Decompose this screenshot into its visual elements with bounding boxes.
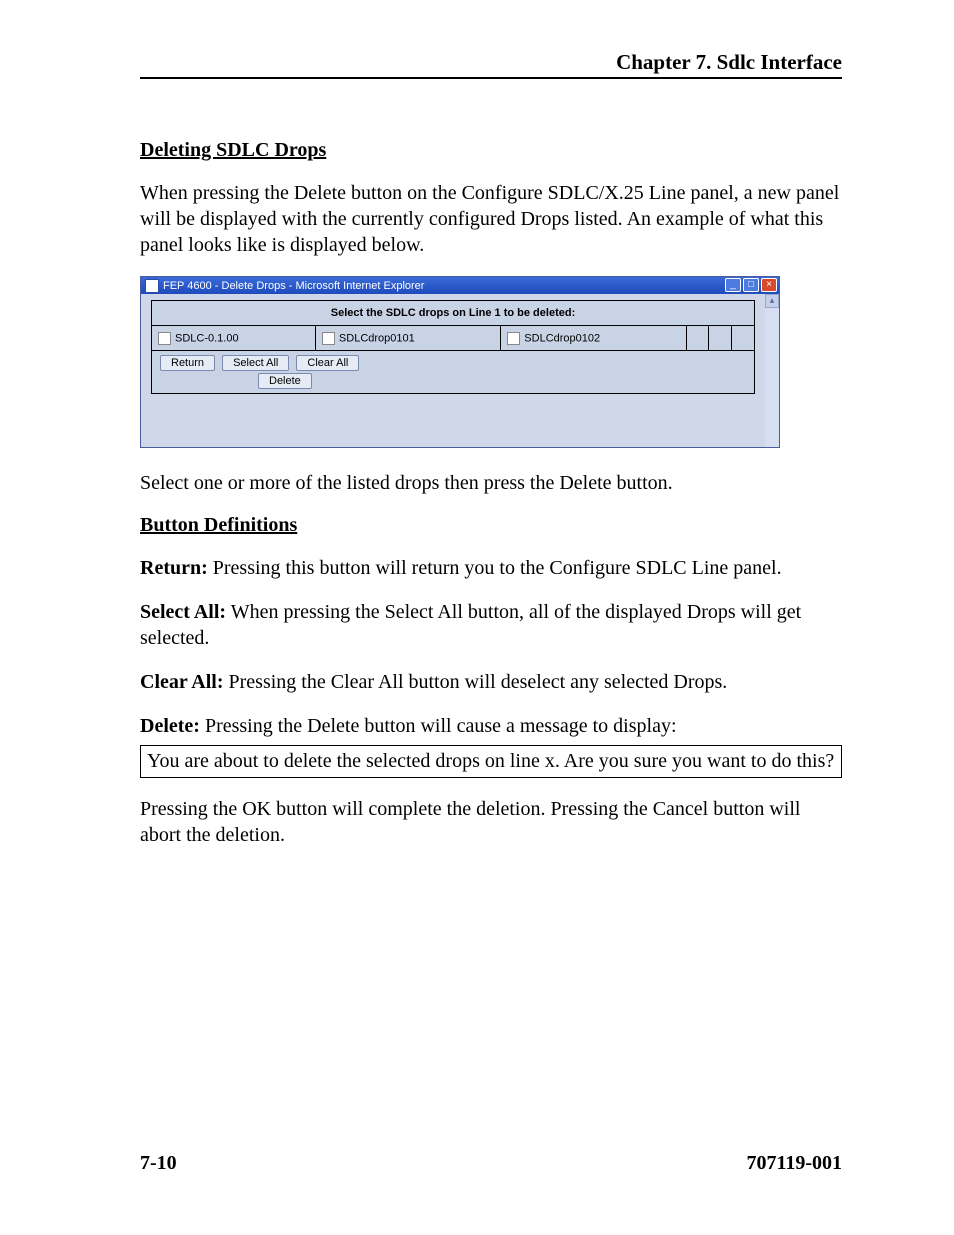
drop-cell[interactable]: SDLCdrop0102 [501,326,686,351]
def-clearall-label: Clear All: [140,671,224,693]
drop-label: SDLCdrop0101 [339,332,415,344]
window-title: FEP 4600 - Delete Drops - Microsoft Inte… [163,280,424,292]
checkbox-icon[interactable] [322,332,335,345]
def-selectall-text: When pressing the Select All button, all… [140,601,801,649]
drop-label: SDLCdrop0102 [524,332,600,344]
section-button-defs-title: Button Definitions [140,514,842,537]
ie-body: ▴ Select the SDLC drops on Line 1 to be … [141,294,779,447]
ie-window: FEP 4600 - Delete Drops - Microsoft Inte… [140,276,780,448]
def-return: Return: Pressing this button will return… [140,555,842,581]
drop-cell[interactable]: SDLCdrop0101 [315,326,500,351]
checkbox-icon[interactable] [507,332,520,345]
empty-cell [732,326,755,351]
chapter-header: Chapter 7. Sdlc Interface [140,50,842,79]
drop-label: SDLC-0.1.00 [175,332,239,344]
def-select-all: Select All: When pressing the Select All… [140,599,842,651]
minimize-icon: _ [730,280,736,290]
page-icon [145,279,159,293]
def-delete: Delete: Pressing the Delete button will … [140,713,842,739]
return-button[interactable]: Return [160,355,215,371]
def-return-text: Pressing this button will return you to … [208,557,782,579]
scroll-up-icon[interactable]: ▴ [765,294,779,308]
window-titlebar[interactable]: FEP 4600 - Delete Drops - Microsoft Inte… [141,277,779,294]
page-number: 7-10 [140,1152,177,1175]
chapter-title: Chapter 7. Sdlc Interface [616,50,842,74]
def-clear-all: Clear All: Pressing the Clear All button… [140,669,842,695]
drop-selection-table: Select the SDLC drops on Line 1 to be de… [151,300,755,394]
intro-paragraph: When pressing the Delete button on the C… [140,180,842,258]
after-screenshot-paragraph: Select one or more of the listed drops t… [140,470,842,496]
select-all-button[interactable]: Select All [222,355,289,371]
close-button[interactable]: × [761,278,777,292]
document-number: 707119-001 [746,1152,842,1175]
page-footer: 7-10 707119-001 [140,1152,842,1175]
buttons-row: Return Select All Clear All Delete [152,351,755,394]
window-controls: _ □ × [725,278,777,292]
document-page: Chapter 7. Sdlc Interface Deleting SDLC … [0,0,954,1235]
section-deleting-title: Deleting SDLC Drops [140,139,842,162]
def-clearall-text: Pressing the Clear All button will desel… [224,671,728,693]
empty-cell [709,326,732,351]
clear-all-button[interactable]: Clear All [296,355,359,371]
delete-button[interactable]: Delete [258,373,312,389]
empty-cell [686,326,709,351]
drop-cell[interactable]: SDLC-0.1.00 [152,326,316,351]
maximize-icon: □ [748,280,754,290]
confirm-message-box: You are about to delete the selected dro… [140,745,842,778]
drops-row: SDLC-0.1.00 SDLCdrop0101 SDLCdrop0102 [152,326,755,351]
minimize-button[interactable]: _ [725,278,741,292]
checkbox-icon[interactable] [158,332,171,345]
def-return-label: Return: [140,557,208,579]
maximize-button[interactable]: □ [743,278,759,292]
def-delete-label: Delete: [140,715,200,737]
def-selectall-label: Select All: [140,601,226,623]
closing-paragraph: Pressing the OK button will complete the… [140,796,842,848]
def-delete-text: Pressing the Delete button will cause a … [200,715,677,737]
close-icon: × [766,280,772,290]
panel-heading: Select the SDLC drops on Line 1 to be de… [152,301,755,326]
